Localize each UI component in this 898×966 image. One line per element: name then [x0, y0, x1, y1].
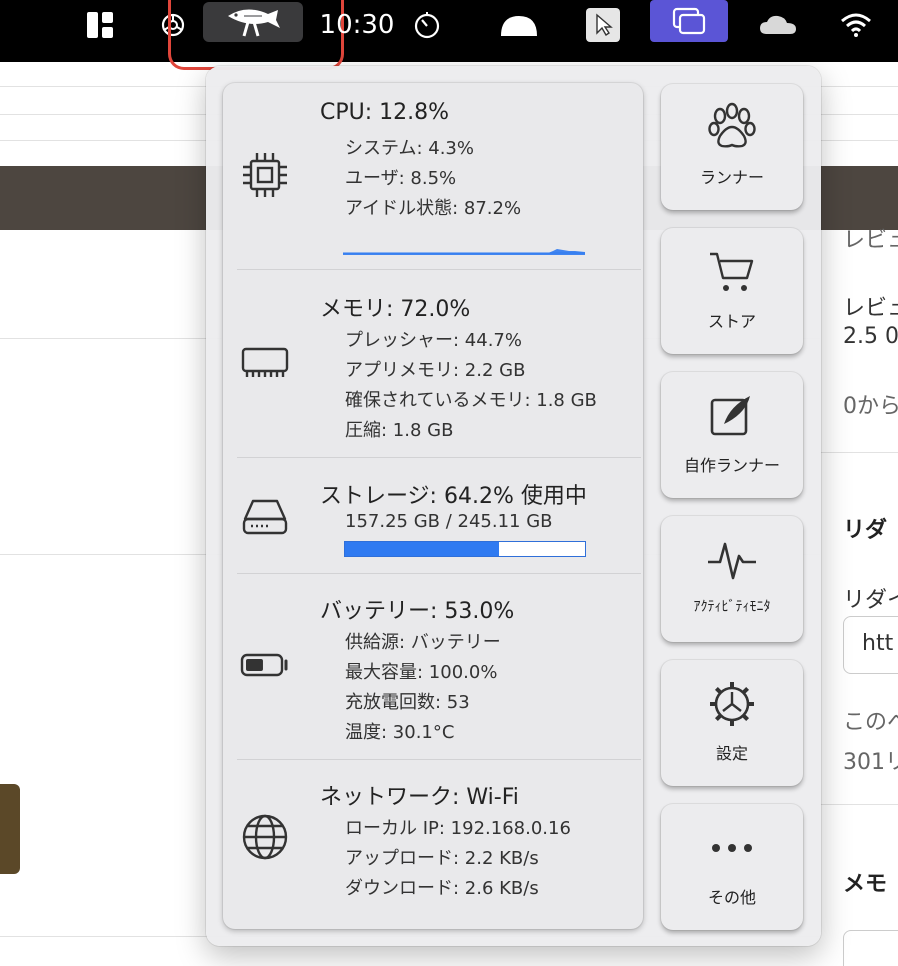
cpu-system: システム: 4.3% — [345, 138, 474, 159]
bg-text: リダイ — [843, 588, 898, 613]
bg-text: このへ — [843, 710, 898, 735]
storage-usage-fill — [345, 542, 500, 556]
activity-monitor-button[interactable]: ｱｸﾃｨﾋﾞﾃｨﾓﾆﾀ — [661, 516, 803, 642]
memory-app: アプリメモリ: 2.2 GB — [345, 360, 526, 381]
divider — [237, 759, 641, 760]
battery-source: 供給源: バッテリー — [345, 632, 501, 653]
divider — [237, 269, 641, 270]
cpu-chip-icon — [237, 147, 293, 203]
storage-usage-bar — [344, 541, 586, 557]
pointer-icon[interactable] — [585, 6, 621, 44]
storage-detail: 157.25 GB / 245.11 GB — [345, 511, 553, 532]
network-title: ネットワーク: Wi-Fi — [320, 785, 519, 810]
bg-heading: メモ — [843, 872, 888, 897]
bg-text: レビュ — [843, 296, 898, 321]
bg-text: 2.5 0 — [843, 324, 898, 349]
bg-text: 301リ — [843, 750, 898, 775]
battery-icon — [237, 637, 293, 693]
more-dots-icon — [706, 822, 758, 874]
store-button[interactable]: ストア — [661, 228, 803, 354]
bg-text: 0から — [843, 394, 898, 419]
clock-time[interactable]: 10:30 — [318, 6, 396, 44]
more-button[interactable]: その他 — [661, 804, 803, 930]
menu-bar: 10:30 — [0, 0, 898, 70]
runner-button[interactable]: ランナー — [661, 84, 803, 210]
memory-pressure: プレッシャー: 44.7% — [345, 330, 522, 351]
runner-label: ランナー — [699, 168, 764, 187]
store-label: ストア — [707, 312, 756, 331]
hard-drive-icon — [237, 487, 293, 543]
activity-pulse-icon — [706, 534, 758, 586]
cpu-title: CPU: 12.8% — [320, 100, 450, 125]
custom-runner-label: 自作ランナー — [683, 456, 780, 475]
bg-heading: リダ — [843, 518, 888, 543]
divider — [237, 457, 641, 458]
settings-button[interactable]: 設定 — [661, 660, 803, 786]
network-local-ip: ローカル IP: 192.168.0.16 — [345, 818, 571, 839]
apps-grid-icon[interactable] — [84, 6, 116, 44]
url-input[interactable]: htt — [843, 616, 898, 674]
divider — [237, 573, 641, 574]
cpu-idle: アイドル状態: 87.2% — [345, 198, 522, 219]
side-button[interactable] — [0, 784, 20, 874]
wifi-icon[interactable] — [838, 6, 874, 44]
edit-feather-icon — [706, 390, 758, 442]
memory-compressed: 圧縮: 1.8 GB — [345, 420, 454, 441]
network-download: ダウンロード: 2.6 KB/s — [345, 878, 539, 899]
divider — [820, 452, 898, 453]
activity-monitor-label: ｱｸﾃｨﾋﾞﾃｨﾓﾆﾀ — [693, 599, 771, 615]
cart-icon — [706, 246, 758, 298]
memory-module-icon — [237, 333, 293, 389]
globe-icon — [237, 809, 293, 865]
paw-icon — [706, 102, 758, 154]
memory-title: メモリ: 72.0% — [320, 297, 471, 322]
settings-label: 設定 — [715, 744, 748, 763]
memo-input[interactable] — [843, 930, 898, 966]
bg-text: レビュ — [843, 228, 898, 253]
more-label: その他 — [707, 888, 756, 907]
cloud-mushroom-icon[interactable] — [496, 6, 542, 44]
network-upload: アップロード: 2.2 KB/s — [345, 848, 539, 869]
mission-control-icon[interactable] — [650, 0, 728, 42]
battery-title: バッテリー: 53.0% — [320, 599, 515, 624]
storage-title: ストレージ: 64.2% 使用中 — [320, 484, 587, 509]
divider — [820, 804, 898, 805]
battery-cycles: 充放電回数: 53 — [345, 692, 470, 713]
battery-capacity: 最大容量: 100.0% — [345, 662, 498, 683]
timer-icon[interactable] — [410, 6, 444, 44]
system-monitor-popup: CPU: 12.8% システム: 4.3% ユーザ: 8.5% アイドル状態: … — [206, 66, 821, 946]
battery-temperature: 温度: 30.1°C — [345, 722, 455, 743]
memory-wired: 確保されているメモリ: 1.8 GB — [345, 390, 597, 411]
custom-runner-button[interactable]: 自作ランナー — [661, 372, 803, 498]
gear-icon — [706, 678, 758, 730]
cpu-user: ユーザ: 8.5% — [345, 168, 457, 189]
stats-card: CPU: 12.8% システム: 4.3% ユーザ: 8.5% アイドル状態: … — [223, 83, 643, 929]
onedrive-icon[interactable] — [756, 6, 800, 44]
cpu-usage-sparkline — [343, 249, 585, 255]
